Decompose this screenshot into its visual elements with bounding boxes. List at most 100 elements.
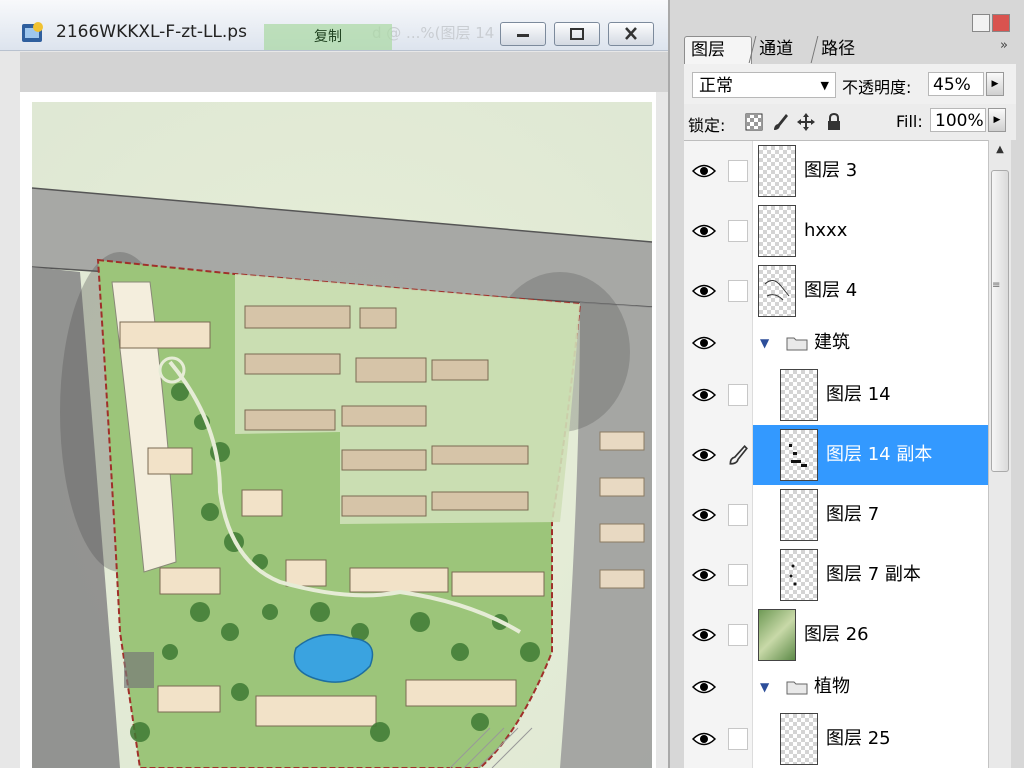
layer-link-toggle[interactable] [724,665,753,709]
link-checkbox [728,564,748,586]
panel-close-button[interactable] [992,14,1010,32]
eye-icon [692,336,716,350]
layer-name: 图层 14 [826,384,891,405]
visibility-toggle[interactable] [684,365,725,425]
layers-panel[interactable]: 图层 通道 路径 » 正常 ▼ 不透明度: 45% ▶ 锁定: Fill: 10… [668,0,1024,768]
folder-icon [786,337,808,351]
visibility-toggle[interactable] [684,485,725,545]
layer-row[interactable]: 图层 25 [684,709,988,768]
link-checkbox [728,220,748,242]
visibility-toggle[interactable] [684,425,725,485]
layer-row[interactable]: 图层 3 [684,141,988,202]
layer-link-toggle[interactable] [724,261,753,321]
fill-label: Fill: [896,112,923,131]
visibility-toggle[interactable] [684,201,725,261]
document-title: 2166WKKXL-F-zt-LL.ps [56,22,247,42]
tab-paths[interactable]: 路径 [810,36,865,63]
link-checkbox [728,160,748,182]
blend-mode-select[interactable]: 正常 ▼ [692,72,836,98]
sketch-marks [764,280,790,301]
layers-scrollbar[interactable]: ▲ ≡ [988,140,1011,768]
layers-list[interactable]: 图层 3 hxxx 图层 4 ▼ 建筑图层 14 图层 14 副本图层 7 图层 7 副本图… [684,140,988,768]
layer-row[interactable]: 图层 7 副本 [684,545,988,606]
layer-row[interactable]: hxxx [684,201,988,262]
fill-input[interactable]: 100% [930,108,986,132]
scrollbar-thumb[interactable] [991,170,1009,472]
link-checkbox [728,504,748,526]
psd-file-icon [22,22,43,42]
eye-icon [692,448,716,462]
layer-link-toggle[interactable] [724,709,753,768]
tab-channels[interactable]: 通道 [748,36,803,63]
black-marks [789,444,807,467]
eye-icon [692,628,716,642]
group-name: 建筑 [814,332,850,353]
layer-link-toggle[interactable] [724,545,753,605]
eye-icon [692,388,716,402]
layer-thumbnail [758,205,796,257]
layer-link-toggle[interactable] [724,365,753,425]
parking-area [124,652,154,688]
layer-row[interactable]: 图层 14 [684,365,988,426]
minimize-icon [517,34,529,37]
lock-all-padlock-icon[interactable] [824,112,844,132]
document-title-bar[interactable]: 2166WKKXL-F-zt-LL.ps d @ ...%(图层 14 副...… [0,0,668,51]
visibility-toggle[interactable] [684,665,725,709]
layer-name: 图层 14 副本 [826,444,933,465]
document-window[interactable]: 2166WKKXL-F-zt-LL.ps d @ ...%(图层 14 副...… [0,0,668,768]
layer-link-toggle[interactable] [724,485,753,545]
layer-thumbnail [780,549,818,601]
lock-transparent-pixels-icon[interactable] [744,112,764,132]
layer-link-toggle[interactable] [724,321,753,365]
document-canvas-margin [20,52,668,92]
layer-name: 图层 25 [826,728,891,749]
layer-thumbnail [780,429,818,481]
eye-icon [692,680,716,694]
link-checkbox [728,624,748,646]
layer-link-toggle[interactable] [724,605,753,665]
layer-name: 图层 3 [804,160,858,181]
lock-label: 锁定: [688,116,726,135]
visibility-toggle[interactable] [684,545,725,605]
close-button[interactable] [608,22,654,46]
layer-link-toggle[interactable] [724,425,753,485]
lock-image-pixels-brush-icon[interactable] [770,112,790,132]
copy-tag: 复制 [264,24,392,50]
layer-group-row[interactable]: ▼ 建筑 [684,321,988,366]
maximize-button[interactable] [554,22,600,46]
tab-layers[interactable]: 图层 [684,36,752,64]
layer-link-toggle[interactable] [724,201,753,261]
blend-mode-value: 正常 [699,76,733,96]
minimize-button[interactable] [500,22,546,46]
lock-position-move-icon[interactable] [796,112,816,132]
layer-row[interactable]: 图层 14 副本 [684,425,988,486]
scroll-up-arrow-icon[interactable]: ▲ [989,144,1011,162]
fill-slider-button[interactable]: ▶ [988,108,1006,132]
visibility-toggle[interactable] [684,141,725,201]
link-checkbox [728,728,748,750]
panel-menu-button[interactable]: » [1000,38,1008,53]
site-plan-canvas[interactable] [20,92,656,768]
layer-row[interactable]: 图层 26 [684,605,988,666]
group-expand-arrow-icon[interactable]: ▼ [760,680,769,694]
layer-thumbnail [780,713,818,765]
visibility-toggle[interactable] [684,709,725,768]
opacity-input[interactable]: 45% [928,72,984,96]
opacity-slider-button[interactable]: ▶ [986,72,1004,96]
tab-paths-label: 路径 [821,39,856,59]
layer-row[interactable]: 图层 4 [684,261,988,322]
opacity-label: 不透明度: [842,78,912,97]
group-expand-arrow-icon[interactable]: ▼ [760,336,769,350]
visibility-toggle[interactable] [684,321,725,365]
group-name: 植物 [814,676,850,697]
visibility-toggle[interactable] [684,605,725,665]
panel-minimize-button[interactable] [972,14,990,32]
eye-icon [692,284,716,298]
layer-name: 图层 26 [804,624,869,645]
layer-group-row[interactable]: ▼ 植物 [684,665,988,710]
layer-row[interactable]: 图层 7 [684,485,988,546]
layer-link-toggle[interactable] [724,141,753,201]
layer-name: hxxx [804,220,848,241]
visibility-toggle[interactable] [684,261,725,321]
brush-icon [729,445,748,465]
